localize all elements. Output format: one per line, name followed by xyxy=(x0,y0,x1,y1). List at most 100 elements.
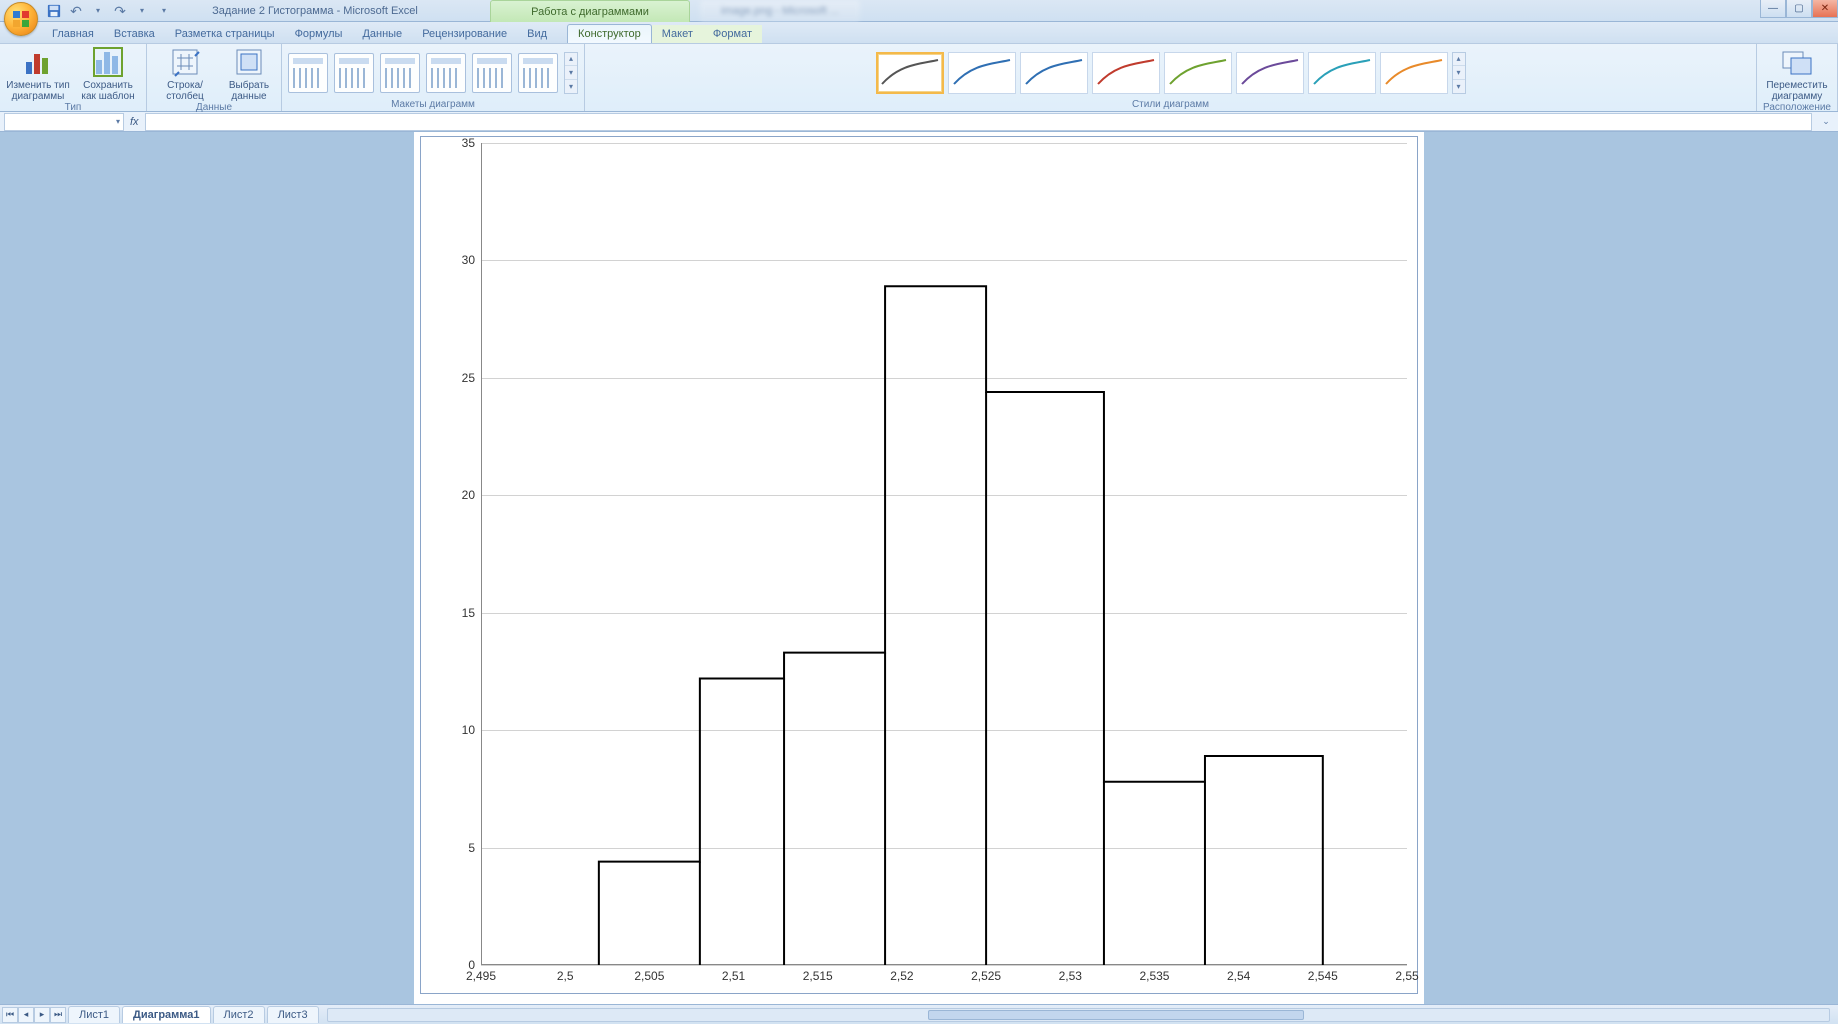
chart-layout-4[interactable] xyxy=(426,53,466,93)
window-title: Задание 2 Гистограмма - Microsoft Excel xyxy=(150,0,480,22)
group-data: Строка/столбец Выбрать данные Данные xyxy=(147,44,282,111)
move-chart-button[interactable]: Переместить диаграмму xyxy=(1765,46,1829,102)
sheet-tab-2[interactable]: Диаграмма1 xyxy=(122,1006,211,1023)
template-icon xyxy=(92,46,124,78)
group-location: Переместить диаграмму Расположение xyxy=(1757,44,1838,111)
chart-style-8[interactable] xyxy=(1380,52,1448,94)
sheet-nav: ⏮ ◂ ▸ ⏭ xyxy=(2,1007,66,1023)
switch-row-column-label: Строка/столбец xyxy=(153,80,217,102)
chart-style-6[interactable] xyxy=(1236,52,1304,94)
sheet-tab-4[interactable]: Лист3 xyxy=(267,1006,319,1023)
tab-home[interactable]: Главная xyxy=(42,25,104,43)
contextual-title: Работа с диаграммами xyxy=(490,0,690,22)
styles-scroll[interactable]: ▴▾▾ xyxy=(1452,52,1466,94)
chart-layout-5[interactable] xyxy=(472,53,512,93)
chart-style-2[interactable] xyxy=(948,52,1016,94)
next-sheet-button[interactable]: ▸ xyxy=(34,1007,50,1023)
group-layouts: ▴▾▾ Макеты диаграмм xyxy=(282,44,585,111)
chart-style-1[interactable] xyxy=(876,52,944,94)
x-tick-label: 2,53 xyxy=(1059,969,1082,983)
sheet-tab-1[interactable]: Лист1 xyxy=(68,1006,120,1023)
chart-style-5[interactable] xyxy=(1164,52,1232,94)
window-controls: — ▢ ✕ xyxy=(1760,0,1838,18)
redo-more-icon[interactable]: ▾ xyxy=(134,3,150,19)
prev-sheet-button[interactable]: ◂ xyxy=(18,1007,34,1023)
tab-formulas[interactable]: Формулы xyxy=(285,25,353,43)
background-window: image.png - Microsoft ... xyxy=(700,0,860,22)
tab-review[interactable]: Рецензирование xyxy=(412,25,517,43)
select-data-icon xyxy=(233,46,265,78)
y-tick-label: 20 xyxy=(462,488,475,502)
group-layouts-label: Макеты диаграмм xyxy=(391,99,475,111)
first-sheet-button[interactable]: ⏮ xyxy=(2,1007,18,1023)
tab-design[interactable]: Конструктор xyxy=(567,24,652,43)
change-chart-type-button[interactable]: Изменить тип диаграммы xyxy=(6,46,70,102)
layouts-scroll[interactable]: ▴▾▾ xyxy=(564,52,578,94)
plot-area[interactable]: 051015202530352,4952,52,5052,512,5152,52… xyxy=(481,143,1407,965)
name-box[interactable]: ▾ xyxy=(4,113,124,131)
last-sheet-button[interactable]: ⏭ xyxy=(50,1007,66,1023)
chart-style-4[interactable] xyxy=(1092,52,1160,94)
x-tick-label: 2,51 xyxy=(722,969,745,983)
x-tick-label: 2,545 xyxy=(1308,969,1338,983)
tab-data[interactable]: Данные xyxy=(352,25,412,43)
group-type: Изменить тип диаграммы Сохранить как шаб… xyxy=(0,44,147,111)
title-bar: ↶ ▾ ↷ ▾ ▾ Задание 2 Гистограмма - Micros… xyxy=(0,0,1838,22)
tab-layout[interactable]: Макет xyxy=(652,25,703,43)
scrollbar-thumb[interactable] xyxy=(928,1010,1303,1020)
y-tick-label: 25 xyxy=(462,371,475,385)
horizontal-scrollbar[interactable] xyxy=(327,1008,1830,1022)
ribbon-tabs: Главная Вставка Разметка страницы Формул… xyxy=(0,22,1838,44)
sheet-tab-3[interactable]: Лист2 xyxy=(213,1006,265,1023)
chart-layout-2[interactable] xyxy=(334,53,374,93)
change-chart-type-label: Изменить тип диаграммы xyxy=(6,80,70,102)
y-tick-label: 30 xyxy=(462,253,475,267)
group-styles-label: Стили диаграмм xyxy=(1132,99,1209,111)
move-chart-icon xyxy=(1781,46,1813,78)
x-tick-label: 2,5 xyxy=(557,969,574,983)
close-button[interactable]: ✕ xyxy=(1812,0,1838,18)
ribbon: Изменить тип диаграммы Сохранить как шаб… xyxy=(0,44,1838,112)
x-tick-label: 2,495 xyxy=(466,969,496,983)
undo-icon[interactable]: ↶ xyxy=(68,3,84,19)
x-tick-label: 2,505 xyxy=(634,969,664,983)
chart-object[interactable]: 051015202530352,4952,52,5052,512,5152,52… xyxy=(420,136,1418,994)
tab-pagelayout[interactable]: Разметка страницы xyxy=(165,25,285,43)
sheet-tab-bar: ⏮ ◂ ▸ ⏭ Лист1 Диаграмма1 Лист2 Лист3 xyxy=(0,1004,1838,1024)
tab-view[interactable]: Вид xyxy=(517,25,557,43)
group-styles: ▴▾▾ Стили диаграмм xyxy=(585,44,1757,111)
chart-layout-1[interactable] xyxy=(288,53,328,93)
fx-label[interactable]: fx xyxy=(130,116,139,128)
undo-more-icon[interactable]: ▾ xyxy=(90,3,106,19)
tab-format[interactable]: Формат xyxy=(703,25,762,43)
chart-style-7[interactable] xyxy=(1308,52,1376,94)
chart-layout-3[interactable] xyxy=(380,53,420,93)
x-tick-label: 2,52 xyxy=(890,969,913,983)
maximize-button[interactable]: ▢ xyxy=(1786,0,1812,18)
expand-formula-icon[interactable]: ⌄ xyxy=(1818,116,1834,127)
x-tick-label: 2,55 xyxy=(1395,969,1418,983)
move-chart-label: Переместить диаграмму xyxy=(1765,80,1829,102)
x-tick-label: 2,535 xyxy=(1139,969,1169,983)
y-tick-label: 5 xyxy=(468,841,475,855)
formula-input[interactable] xyxy=(145,113,1812,131)
histogram-series[interactable] xyxy=(481,143,1407,965)
chart-layout-6[interactable] xyxy=(518,53,558,93)
office-button[interactable] xyxy=(4,2,38,36)
y-tick-label: 35 xyxy=(462,136,475,150)
save-template-button[interactable]: Сохранить как шаблон xyxy=(76,46,140,102)
switch-row-column-button[interactable]: Строка/столбец xyxy=(153,46,217,102)
select-data-label: Выбрать данные xyxy=(223,80,275,102)
x-tick-label: 2,525 xyxy=(971,969,1001,983)
tab-insert[interactable]: Вставка xyxy=(104,25,165,43)
save-icon[interactable] xyxy=(46,3,62,19)
save-template-label: Сохранить как шаблон xyxy=(76,80,140,102)
select-data-button[interactable]: Выбрать данные xyxy=(223,46,275,102)
redo-icon[interactable]: ↷ xyxy=(112,3,128,19)
y-tick-label: 15 xyxy=(462,606,475,620)
chevron-down-icon[interactable]: ▾ xyxy=(116,117,120,126)
minimize-button[interactable]: — xyxy=(1760,0,1786,18)
x-tick-label: 2,54 xyxy=(1227,969,1250,983)
bar-chart-icon xyxy=(22,46,54,78)
chart-style-3[interactable] xyxy=(1020,52,1088,94)
